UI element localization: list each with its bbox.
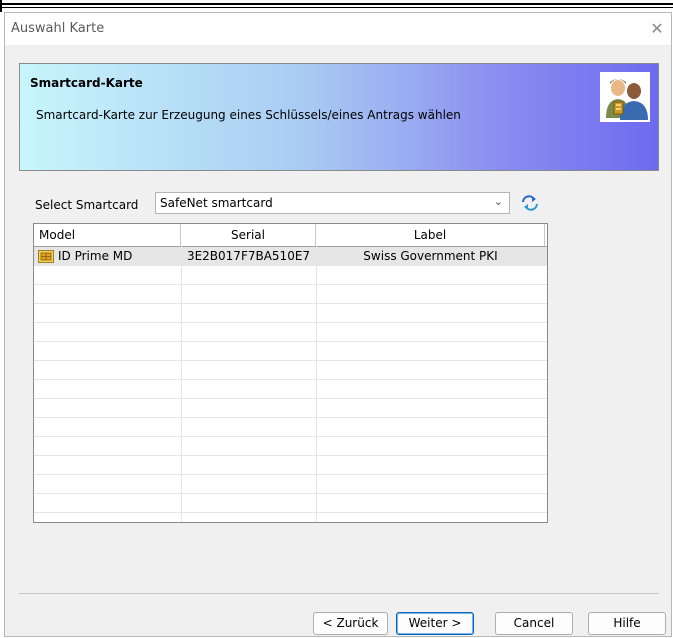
users-key-icon bbox=[600, 72, 650, 122]
model-text: ID Prime MD bbox=[58, 249, 133, 263]
cancel-button[interactable]: Cancel bbox=[495, 612, 573, 635]
table-row-empty bbox=[34, 285, 547, 304]
smartcard-table[interactable]: Model Serial Label ID Prime MD 3E2B017F7… bbox=[33, 223, 548, 523]
window-title: Auswahl Karte bbox=[11, 21, 105, 36]
table-row-empty bbox=[34, 361, 547, 380]
outer-frame-line bbox=[0, 7, 673, 8]
help-button[interactable]: Hilfe bbox=[588, 612, 666, 635]
smartcard-chip-icon bbox=[38, 250, 54, 263]
column-header-label[interactable]: Label bbox=[316, 224, 545, 246]
back-button[interactable]: < Zurück bbox=[313, 612, 388, 635]
select-smartcard-label: Select Smartcard bbox=[35, 198, 139, 212]
banner-subtitle: Smartcard-Karte zur Erzeugung eines Schl… bbox=[36, 108, 461, 122]
smartcard-select-value: SafeNet smartcard bbox=[160, 196, 273, 210]
column-header-model[interactable]: Model bbox=[34, 224, 181, 246]
footer-separator bbox=[19, 593, 659, 594]
chevron-down-icon[interactable]: ⌄ bbox=[494, 195, 503, 208]
table-row-empty bbox=[34, 418, 547, 437]
outer-frame-corner bbox=[0, 0, 2, 12]
smartcard-select[interactable]: SafeNet smartcard ⌄ bbox=[155, 192, 510, 214]
column-header-serial[interactable]: Serial bbox=[181, 224, 316, 246]
table-row-empty bbox=[34, 380, 547, 399]
cell-label: Swiss Government PKI bbox=[363, 249, 498, 263]
banner-title: Smartcard-Karte bbox=[30, 76, 143, 90]
title-bar: Auswahl Karte ✕ bbox=[5, 13, 671, 45]
table-row-empty bbox=[34, 304, 547, 323]
table-row-empty bbox=[34, 342, 547, 361]
table-row-empty bbox=[34, 456, 547, 475]
table-row[interactable]: ID Prime MD 3E2B017F7BA510E7 Swiss Gover… bbox=[34, 247, 547, 266]
outer-frame-strip bbox=[0, 0, 673, 12]
table-header: Model Serial Label bbox=[34, 224, 547, 247]
table-row-empty bbox=[34, 399, 547, 418]
cell-model: ID Prime MD bbox=[38, 247, 181, 266]
table-row-empty bbox=[34, 437, 547, 456]
table-row-empty bbox=[34, 266, 547, 285]
refresh-icon[interactable] bbox=[519, 194, 541, 212]
table-row-empty bbox=[34, 475, 547, 494]
next-button[interactable]: Weiter > bbox=[396, 612, 474, 635]
table-row-empty bbox=[34, 323, 547, 342]
dialog-window: Auswahl Karte ✕ Smartcard-Karte Smartcar… bbox=[4, 12, 672, 637]
table-row-empty bbox=[34, 494, 547, 513]
header-banner: Smartcard-Karte Smartcard-Karte zur Erze… bbox=[19, 63, 659, 171]
outer-frame-line bbox=[0, 3, 673, 5]
close-icon[interactable]: ✕ bbox=[647, 19, 667, 39]
cell-serial: 3E2B017F7BA510E7 bbox=[186, 249, 311, 263]
